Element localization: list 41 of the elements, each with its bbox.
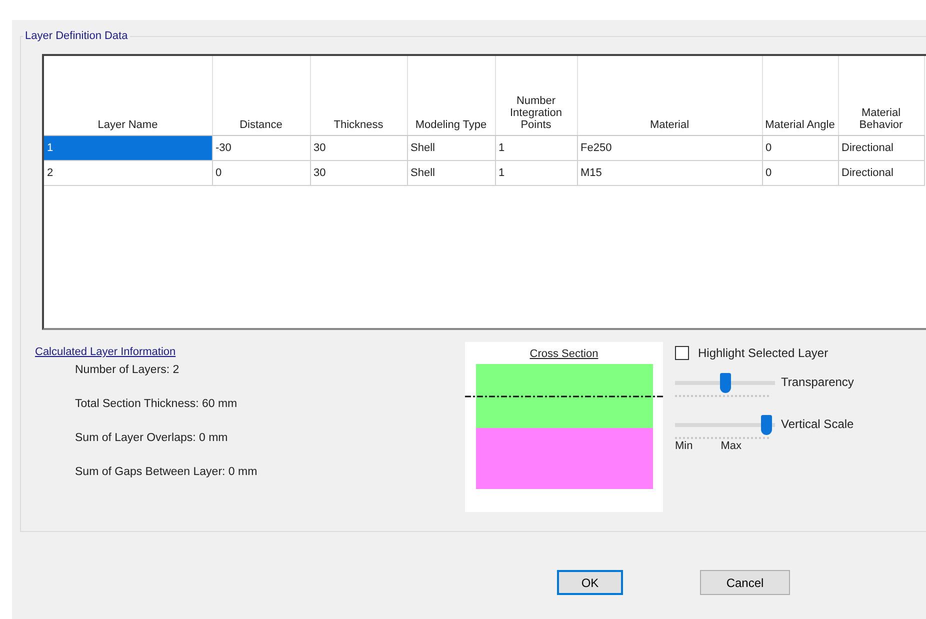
table-cell[interactable]: Fe250: [577, 136, 762, 160]
min-label: Min: [675, 440, 693, 452]
slider-thumb[interactable]: [761, 415, 772, 435]
table-cell[interactable]: M15: [577, 160, 762, 186]
table-cell[interactable]: 0: [762, 160, 838, 186]
column-header: Modeling Type: [407, 56, 495, 136]
table-cell[interactable]: 1: [44, 136, 212, 160]
column-header: Material Behavior: [838, 56, 924, 136]
column-header: Material: [577, 56, 762, 136]
table-cell[interactable]: Shell: [407, 136, 495, 160]
slider-thumb[interactable]: [720, 373, 730, 393]
info-text: Sum of Gaps Between Layer: 0 mm: [75, 466, 258, 478]
group-title: Layer Definition Data: [24, 30, 129, 42]
data-grid[interactable]: Layer Name Distance Thickness Modeling Type Number Integration Points Material Material Angle Material Behavior 1 -30 30 Shell 1 Fe250 0 Directional 2 0 30 Shell 1 M15 0 Directional: [42, 54, 926, 330]
column-header: Distance: [212, 56, 310, 136]
dialog-button[interactable]: OK: [557, 570, 623, 595]
slider-label: Vertical Scale: [781, 417, 854, 431]
column-header: Thickness: [310, 56, 407, 136]
table-cell[interactable]: 30: [310, 136, 407, 160]
column-header: Material Angle: [762, 56, 838, 136]
checkbox-label: Highlight Selected Layer: [698, 346, 828, 360]
table-cell[interactable]: -30: [212, 136, 310, 160]
info-text: Total Section Thickness: 60 mm: [75, 398, 238, 410]
column-header: Number Integration Points: [495, 56, 577, 136]
max-label: Max: [720, 440, 742, 452]
table-cell[interactable]: 0: [212, 160, 310, 186]
info-text: Number of Layers: 2: [75, 364, 180, 376]
table-cell[interactable]: 0: [762, 136, 838, 160]
dialog-button[interactable]: Cancel: [700, 570, 790, 595]
slider-label: Transparency: [781, 375, 854, 389]
table-cell[interactable]: Shell: [407, 160, 495, 186]
checkbox[interactable]: [675, 346, 689, 360]
table-cell[interactable]: 1: [495, 136, 577, 160]
info-text: Sum of Layer Overlaps: 0 mm: [75, 432, 228, 444]
section-link[interactable]: Calculated Layer Information: [35, 346, 176, 358]
panel-title: Cross Section: [530, 348, 598, 360]
table-cell[interactable]: 30: [310, 160, 407, 186]
table-cell[interactable]: 1: [495, 160, 577, 186]
table-cell[interactable]: Directional: [838, 136, 924, 160]
table-cell[interactable]: Directional: [838, 160, 924, 186]
table-cell[interactable]: 2: [44, 160, 212, 186]
